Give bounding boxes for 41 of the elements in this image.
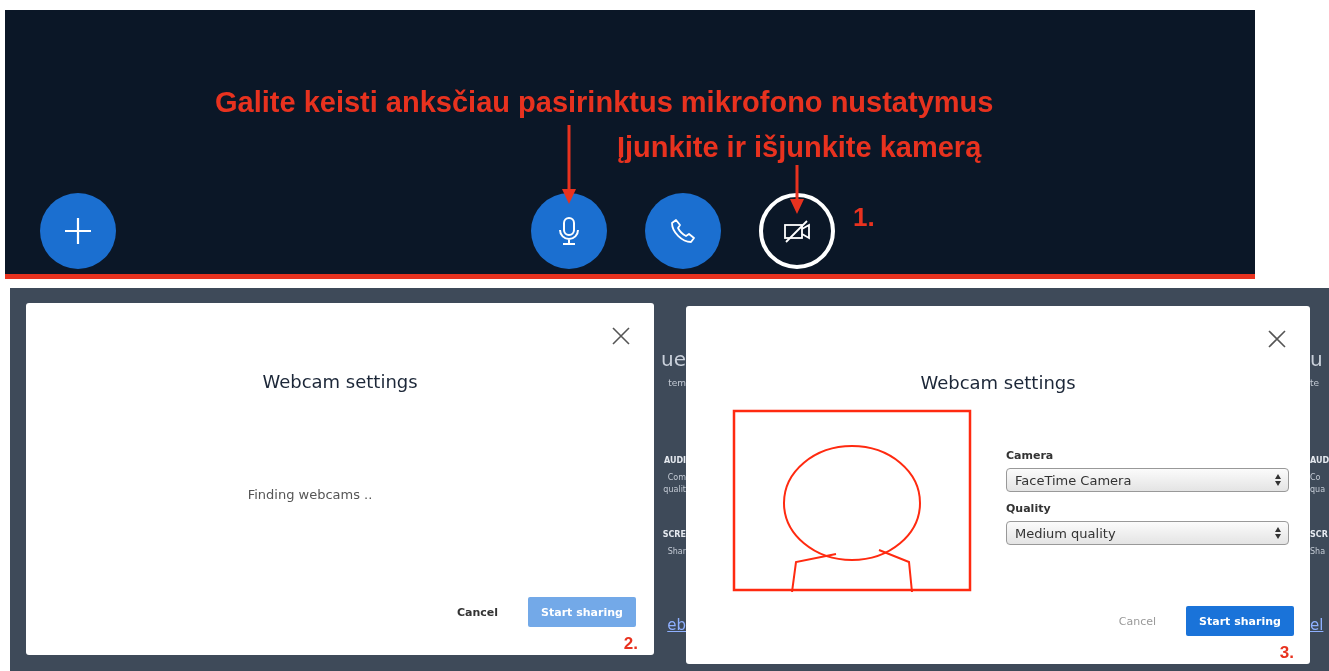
camera-off-icon: [783, 219, 811, 243]
select-field[interactable]: FaceTime Camera: [1006, 468, 1289, 492]
annotation-text: Galite keisti anksčiau pasirinktus mikrofono nustatymus: [215, 86, 994, 119]
phone-icon: [670, 218, 696, 244]
link[interactable]: el: [1310, 616, 1324, 634]
close-button[interactable]: [612, 327, 630, 345]
dialog-title: Webcam settings: [261, 371, 419, 392]
close-icon: [1268, 330, 1286, 348]
step-number: 3.: [1279, 643, 1294, 663]
background-text: AUD: [1310, 456, 1329, 465]
updown-icon: [1274, 526, 1282, 540]
link[interactable]: eb: [667, 616, 686, 634]
background-text: tem: [668, 378, 686, 388]
close-icon: [612, 327, 630, 345]
background-text: u: [1310, 348, 1323, 370]
updown-icon: [1274, 473, 1282, 487]
background-text: Co: [1310, 473, 1321, 482]
background-text: Shar: [667, 547, 686, 556]
background-text: SCRE: [662, 530, 686, 539]
close-button[interactable]: [1268, 330, 1286, 348]
plus-icon: [63, 216, 93, 246]
step-number: 1.: [853, 202, 875, 233]
dialog-title: Webcam settings: [919, 372, 1077, 393]
background-text: qualit: [663, 485, 686, 494]
field-label: Camera: [1006, 449, 1055, 462]
background-text: AUDI: [663, 456, 686, 465]
annotation-arrow: [789, 165, 805, 215]
background-text: SCR: [1310, 530, 1328, 539]
annotation-text: Įjunkite ir išjunkite kamerą: [617, 131, 982, 164]
step-number: 2.: [623, 634, 638, 654]
background-text: Sha: [1310, 547, 1326, 556]
start-sharing-button[interactable]: Start sharing: [1186, 606, 1294, 636]
field-label: Quality: [1006, 502, 1052, 515]
background-text: qua: [1310, 485, 1326, 494]
background-text: Com: [667, 473, 686, 482]
background-text: te: [1310, 378, 1320, 388]
select-field[interactable]: Medium quality: [1006, 521, 1289, 545]
status-message: Finding webcams ..: [247, 487, 373, 502]
background-text: ue: [661, 348, 686, 370]
microphone-icon: [557, 217, 581, 245]
cancel-button[interactable]: Cancel: [456, 605, 498, 619]
